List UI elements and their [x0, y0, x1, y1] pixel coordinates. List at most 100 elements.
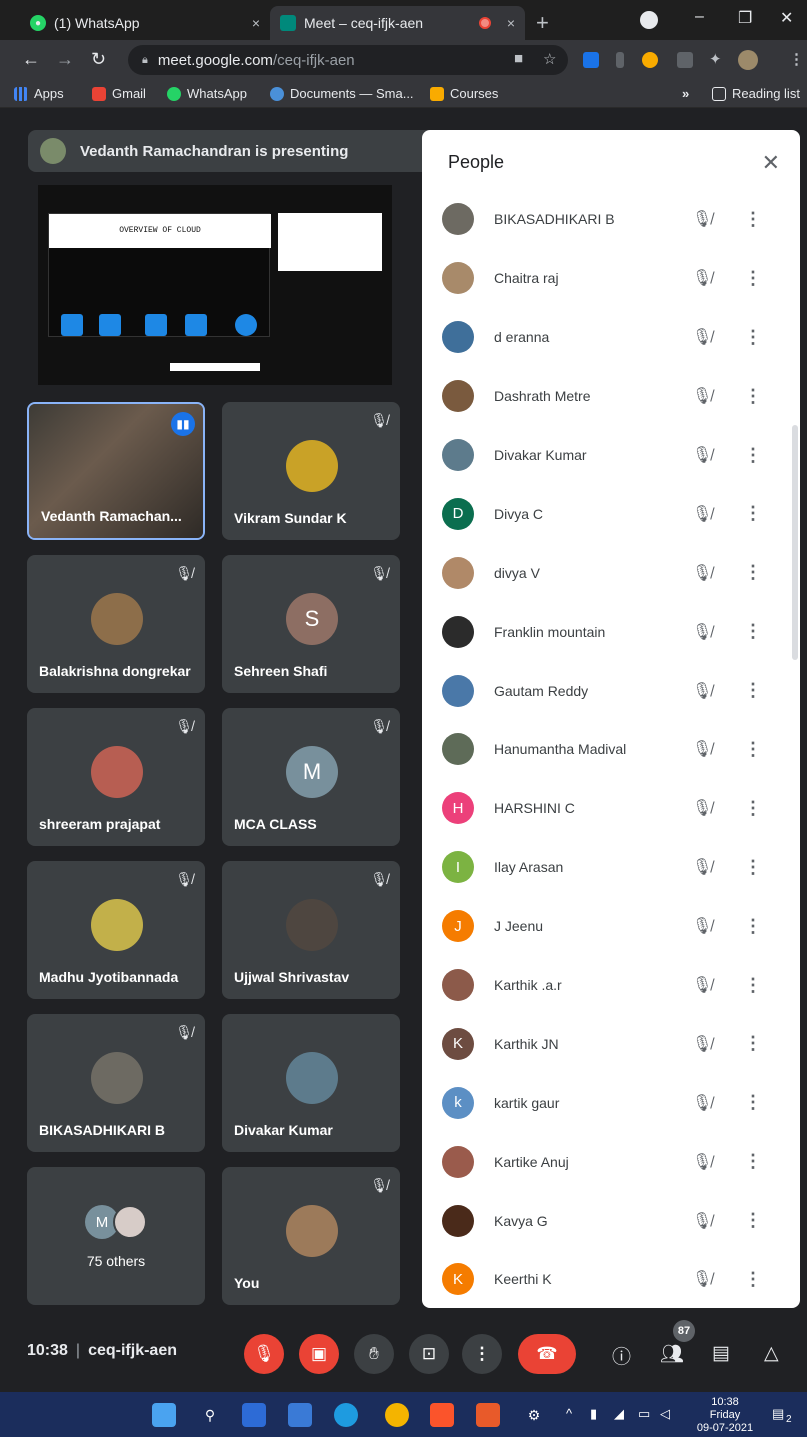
more-actions-icon[interactable]: ⋮ [744, 857, 762, 878]
tile-participant[interactable]: 🎙︎̸ BIKASADHIKARI B [27, 1014, 205, 1152]
participant-row[interactable]: Franklin mountain 🎙︎̸ ⋮ [422, 602, 800, 661]
participant-row[interactable]: divya V 🎙︎̸ ⋮ [422, 543, 800, 602]
more-actions-icon[interactable]: ⋮ [744, 680, 762, 701]
camera-toggle-button[interactable]: ▣ [299, 1334, 339, 1374]
volume-icon[interactable]: ◁ [660, 1406, 670, 1422]
edge-icon[interactable] [334, 1403, 358, 1427]
brave-icon[interactable] [430, 1403, 454, 1427]
tile-presenter[interactable]: ▮▮ Vedanth Ramachan... [27, 402, 205, 540]
tile-participant[interactable]: 🎙︎̸ Balakrishna dongrekar [27, 555, 205, 693]
more-actions-icon[interactable]: ⋮ [744, 1092, 762, 1113]
start-icon[interactable] [152, 1403, 176, 1427]
bookmark-star-icon[interactable]: ☆ [543, 50, 556, 68]
browser-menu-icon[interactable]: ⋮ [789, 50, 804, 68]
tray-overflow-icon[interactable]: ^ [566, 1406, 572, 1421]
tile-participant[interactable]: 🎙︎̸ shreeram prajapat [27, 708, 205, 846]
participant-row[interactable]: K Karthik JN 🎙︎̸ ⋮ [422, 1014, 800, 1073]
more-actions-icon[interactable]: ⋮ [744, 503, 762, 524]
participant-row[interactable]: Chaitra raj 🎙︎̸ ⋮ [422, 249, 800, 308]
more-options-button[interactable]: ⋮ [462, 1334, 502, 1374]
tile-participant[interactable]: 🎙︎̸ Vikram Sundar K [222, 402, 400, 540]
tab-close-icon[interactable]: × [252, 15, 260, 31]
app-icon[interactable] [476, 1403, 500, 1427]
more-actions-icon[interactable]: ⋮ [744, 562, 762, 583]
extension-icon[interactable] [616, 52, 624, 68]
more-actions-icon[interactable]: ⋮ [744, 327, 762, 348]
task-view-icon[interactable] [242, 1403, 266, 1427]
address-bar[interactable]: 🔒︎ meet.google.com/ceq-ifjk-aen [128, 45, 568, 75]
tile-participant[interactable]: 🎙︎̸ Ujjwal Shrivastav [222, 861, 400, 999]
participant-row[interactable]: d eranna 🎙︎̸ ⋮ [422, 308, 800, 367]
panel-scrollbar[interactable] [792, 425, 798, 660]
panel-close-button[interactable]: ✕ [762, 150, 780, 176]
more-actions-icon[interactable]: ⋮ [744, 1269, 762, 1290]
bookmarks-overflow[interactable]: » [682, 86, 689, 101]
window-close-button[interactable]: ✕ [780, 8, 793, 28]
bookmark-documents[interactable]: Documents — Sma... [270, 86, 414, 101]
participant-row[interactable]: Hanumantha Madival 🎙︎̸ ⋮ [422, 720, 800, 779]
participant-row[interactable]: H HARSHINI C 🎙︎̸ ⋮ [422, 779, 800, 838]
more-actions-icon[interactable]: ⋮ [744, 445, 762, 466]
extensions-puzzle-icon[interactable]: ✦ [709, 50, 722, 68]
leave-call-button[interactable]: ☎︎ [518, 1334, 576, 1374]
extension-cookie-icon[interactable] [642, 52, 658, 68]
maximize-button[interactable]: ❐ [738, 8, 752, 28]
participant-row[interactable]: Karthik .a.r 🎙︎̸ ⋮ [422, 956, 800, 1015]
system-clock[interactable]: 10:38 Friday 09-07-2021 [690, 1396, 760, 1435]
raise-hand-button[interactable]: ✋︎ [354, 1334, 394, 1374]
participant-row[interactable]: I Ilay Arasan 🎙︎̸ ⋮ [422, 838, 800, 897]
tile-participant[interactable]: 🎙︎̸ S Sehreen Shafi [222, 555, 400, 693]
chrome-icon[interactable] [385, 1403, 409, 1427]
profile-menu-icon[interactable] [640, 11, 658, 29]
more-actions-icon[interactable]: ⋮ [744, 975, 762, 996]
bookmark-whatsapp[interactable]: WhatsApp [167, 86, 247, 101]
tab-meet[interactable]: Meet – ceq-ifjk-aen × [270, 6, 525, 40]
activities-icon[interactable]: △ [764, 1342, 779, 1365]
desktop-icon[interactable] [288, 1403, 312, 1427]
bookmark-apps[interactable]: Apps [14, 86, 64, 101]
forward-icon[interactable]: → [56, 49, 74, 70]
reload-icon[interactable]: ↻ [91, 49, 106, 70]
more-actions-icon[interactable]: ⋮ [744, 209, 762, 230]
more-actions-icon[interactable]: ⋮ [744, 268, 762, 289]
camera-icon[interactable]: ■ [514, 50, 523, 67]
participant-row[interactable]: Kavya G 🎙︎̸ ⋮ [422, 1191, 800, 1250]
meeting-details-icon[interactable]: ⓘ [612, 1342, 631, 1369]
tab-whatsapp[interactable]: ● (1) WhatsApp × [20, 6, 270, 40]
back-icon[interactable]: ← [22, 49, 40, 70]
mic-tray-icon[interactable]: ▮ [590, 1406, 597, 1422]
extension-translate-icon[interactable] [583, 52, 599, 68]
more-actions-icon[interactable]: ⋮ [744, 798, 762, 819]
more-actions-icon[interactable]: ⋮ [744, 739, 762, 760]
chat-icon[interactable]: ▤ [712, 1342, 730, 1365]
extension-grey-icon[interactable] [677, 52, 693, 68]
reading-list-button[interactable]: Reading list [712, 86, 800, 101]
battery-icon[interactable]: ▭ [638, 1406, 650, 1422]
mic-toggle-button[interactable]: 🎙︎ [244, 1334, 284, 1374]
participant-row[interactable]: J J Jeenu 🎙︎̸ ⋮ [422, 897, 800, 956]
participant-row[interactable]: Gautam Reddy 🎙︎̸ ⋮ [422, 661, 800, 720]
more-actions-icon[interactable]: ⋮ [744, 916, 762, 937]
bookmark-gmail[interactable]: Gmail [92, 86, 146, 101]
participant-row[interactable]: K Keerthi K 🎙︎̸ ⋮ [422, 1250, 800, 1308]
settings-icon[interactable]: ⚙︎ [522, 1403, 546, 1427]
tab-close-icon[interactable]: × [507, 15, 515, 31]
tile-participant[interactable]: 🎙︎̸ M MCA CLASS [222, 708, 400, 846]
participant-row[interactable]: BIKASADHIKARI B 🎙︎̸ ⋮ [422, 190, 800, 249]
profile-avatar[interactable] [738, 50, 758, 70]
participant-row[interactable]: k kartik gaur 🎙︎̸ ⋮ [422, 1073, 800, 1132]
more-actions-icon[interactable]: ⋮ [744, 1210, 762, 1231]
more-actions-icon[interactable]: ⋮ [744, 1033, 762, 1054]
tile-participant[interactable]: 🎙︎̸ Madhu Jyotibannada [27, 861, 205, 999]
people-icon[interactable]: 👥︎ [660, 1342, 684, 1366]
participant-row[interactable]: D Divya C 🎙︎̸ ⋮ [422, 484, 800, 543]
tile-participant[interactable]: Divakar Kumar [222, 1014, 400, 1152]
wifi-icon[interactable]: ◢ [614, 1406, 624, 1422]
presentation-screen[interactable]: OVERVIEW OF CLOUD [38, 185, 392, 385]
tile-self[interactable]: 🎙︎̸ You [222, 1167, 400, 1305]
new-tab-button[interactable]: + [536, 10, 549, 36]
more-actions-icon[interactable]: ⋮ [744, 621, 762, 642]
participant-row[interactable]: Kartike Anuj 🎙︎̸ ⋮ [422, 1132, 800, 1191]
search-icon[interactable]: ⚲ [198, 1403, 222, 1427]
notification-icon[interactable]: ▤ [772, 1406, 784, 1422]
